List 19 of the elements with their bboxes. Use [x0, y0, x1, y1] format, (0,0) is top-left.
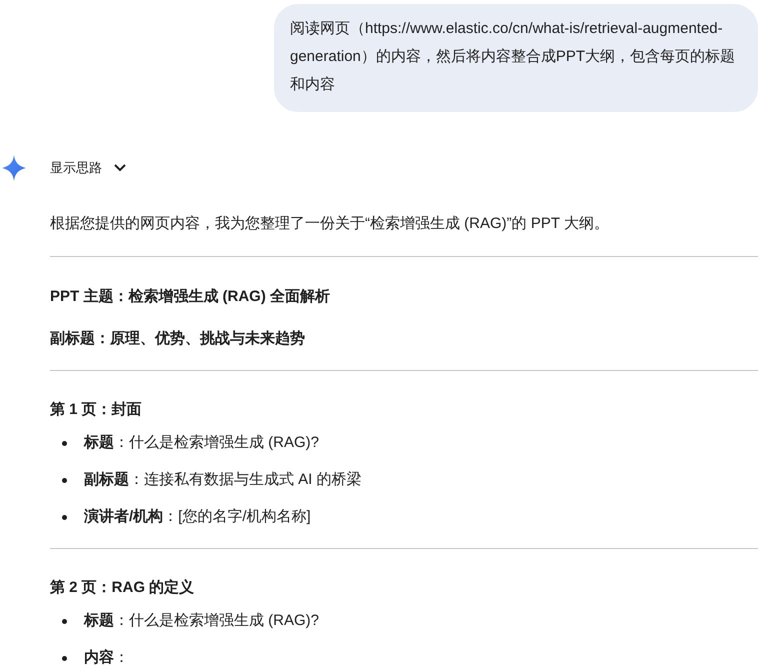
bullet-text: 标题：什么是检索增强生成 (RAG)?: [84, 611, 320, 631]
presentation-theme: PPT 主题：检索增强生成 (RAG) 全面解析: [50, 286, 331, 307]
bullet-icon: [62, 514, 67, 520]
slide-heading: 第 2 页：RAG 的定义: [50, 578, 196, 598]
bullet-icon: [62, 440, 67, 446]
bullet-icon: [62, 478, 67, 482]
bullet-text: 副标题：连接私有数据与生成式 AI 的桥梁: [84, 470, 362, 490]
bullet-text: 演讲者/机构：[您的名字/机构名称]: [84, 507, 311, 527]
response-intro: 根据您提供的网页内容，我为您整理了一份关于“检索增强生成 (RAG)”的 PPT 大纲。: [50, 214, 610, 234]
show-thinking-toggle[interactable]: 显示思路: [50, 158, 126, 178]
bullet-icon: [62, 656, 67, 660]
bullet-text: 标题：什么是检索增强生成 (RAG)?: [84, 433, 320, 453]
slide-heading: 第 1 页：封面: [50, 400, 143, 420]
presentation-subtitle: 副标题：原理、优势、挑战与未来趋势: [50, 329, 306, 349]
user-message: 阅读网页（https://www.elastic.co/cn/what-is/retrieval-augmented-generation）的内容，然后将内容整合成PPT大纲，包含每页的标题和内容: [274, 4, 758, 112]
bullet-text: 内容：: [84, 648, 129, 665]
chevron-icon: [114, 162, 126, 174]
sparkle-icon: [2, 155, 26, 181]
bullet-icon: [62, 618, 67, 624]
